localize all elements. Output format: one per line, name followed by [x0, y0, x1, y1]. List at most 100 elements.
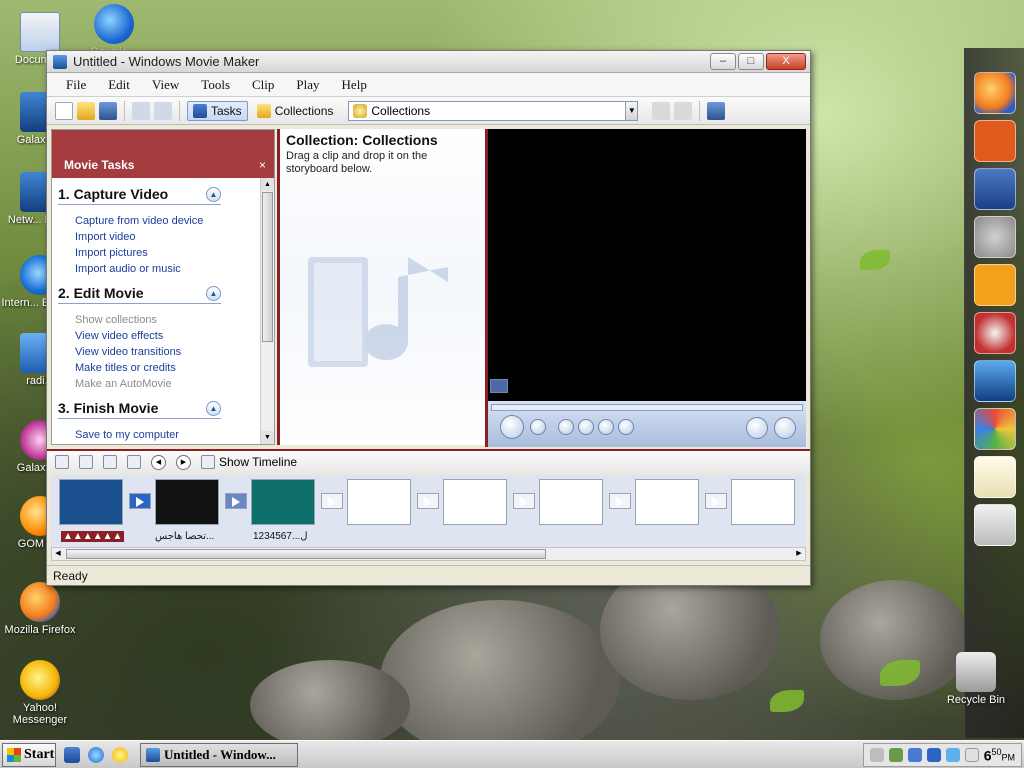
task-link[interactable]: Import audio or music: [58, 261, 262, 277]
scroll-down-icon[interactable]: ▼: [261, 431, 274, 444]
people-icon[interactable]: [974, 264, 1016, 306]
menu-play[interactable]: Play: [285, 77, 330, 93]
clip-thumbnail[interactable]: [155, 479, 219, 525]
transition-slot[interactable]: [513, 493, 535, 509]
collections-button[interactable]: Collections: [252, 102, 339, 120]
menu-clip[interactable]: Clip: [241, 77, 285, 93]
snapshot-camera-icon[interactable]: [774, 417, 796, 439]
chevron-down-icon[interactable]: ▼: [625, 101, 638, 120]
collapse-icon[interactable]: ▲: [206, 186, 221, 202]
zoom-in-icon[interactable]: [103, 455, 117, 469]
save-project-icon[interactable]: [99, 101, 117, 120]
notepad-pencil-icon[interactable]: [974, 456, 1016, 498]
tray-app-icon[interactable]: [869, 747, 884, 762]
desktop-icon-recycle-bin[interactable]: Recycle Bin: [936, 652, 1016, 706]
task-link[interactable]: View video effects: [58, 328, 262, 344]
previous-frame-icon[interactable]: [558, 419, 574, 435]
zoom-out-icon[interactable]: [127, 455, 141, 469]
volume-icon[interactable]: [945, 747, 960, 762]
task-link[interactable]: Save to my computer: [58, 427, 262, 443]
views-icon[interactable]: [707, 101, 726, 120]
seek-bar[interactable]: [491, 404, 803, 411]
paint-app-icon[interactable]: [974, 168, 1016, 210]
section-capture-video[interactable]: 1. Capture Video ▲: [58, 186, 221, 205]
tray-app-icon[interactable]: [888, 747, 903, 762]
show-desktop-icon[interactable]: [64, 746, 80, 763]
collections-dropdown[interactable]: Collections ▼: [348, 100, 639, 121]
transition-slot[interactable]: [129, 493, 151, 509]
close-icon[interactable]: ×: [259, 158, 266, 172]
new-project-icon[interactable]: [55, 101, 73, 120]
disc-icon[interactable]: [974, 312, 1016, 354]
new-collection-folder-icon[interactable]: [674, 101, 693, 120]
start-button[interactable]: Start: [2, 742, 56, 767]
show-timeline-button[interactable]: Show Timeline: [201, 455, 297, 469]
task-link[interactable]: Import pictures: [58, 245, 262, 261]
scrollbar-thumb[interactable]: [66, 549, 546, 559]
paint-palette-icon[interactable]: [974, 408, 1016, 450]
scroll-up-icon[interactable]: ▲: [261, 178, 274, 191]
transition-slot[interactable]: [321, 493, 343, 509]
section-finish-movie[interactable]: 3. Finish Movie ▲: [58, 400, 221, 419]
settings-gear-icon[interactable]: [974, 216, 1016, 258]
scroll-left-icon[interactable]: ◀: [52, 548, 64, 560]
transition-slot[interactable]: [609, 493, 631, 509]
storyboard-scrollbar[interactable]: ◀ ▶: [51, 547, 806, 561]
title-bar[interactable]: Untitled - Windows Movie Maker – □ X: [47, 51, 810, 73]
close-button[interactable]: X: [766, 53, 806, 70]
empty-clip-slot[interactable]: [347, 479, 411, 525]
empty-clip-slot[interactable]: [539, 479, 603, 525]
clip-thumbnail[interactable]: [59, 479, 123, 525]
tasks-scrollbar[interactable]: ▲ ▼: [260, 178, 274, 444]
scroll-right-icon[interactable]: ▶: [793, 548, 805, 560]
play-icon[interactable]: [500, 415, 524, 439]
storyboard-icon[interactable]: [55, 455, 69, 469]
menu-file[interactable]: File: [55, 77, 97, 93]
next-frame-icon[interactable]: [618, 419, 634, 435]
minimize-button[interactable]: –: [710, 53, 736, 70]
narrate-microphone-icon[interactable]: [79, 455, 93, 469]
internet-explorer-icon[interactable]: [88, 746, 104, 763]
open-project-icon[interactable]: [77, 101, 95, 120]
section-edit-movie[interactable]: 2. Edit Movie ▲: [58, 285, 221, 304]
menu-edit[interactable]: Edit: [97, 77, 141, 93]
tray-app-icon[interactable]: [907, 747, 922, 762]
music-player-icon[interactable]: [974, 360, 1016, 402]
task-link[interactable]: Capture from video device: [58, 213, 262, 229]
desktop-icon-yahoo-messenger[interactable]: Yahoo! Messenger: [0, 660, 80, 726]
undo-icon[interactable]: [132, 101, 150, 120]
split-clip-icon[interactable]: [490, 379, 508, 393]
menu-tools[interactable]: Tools: [190, 77, 241, 93]
up-level-icon[interactable]: [652, 101, 671, 120]
taskbar-button-movie-maker[interactable]: Untitled - Window...: [140, 742, 298, 767]
empty-clip-slot[interactable]: [443, 479, 507, 525]
scrollbar-thumb[interactable]: [262, 192, 273, 342]
empty-clip-slot[interactable]: [635, 479, 699, 525]
rewind-icon[interactable]: [578, 419, 594, 435]
task-link[interactable]: View video transitions: [58, 344, 262, 360]
firefox-icon[interactable]: [974, 72, 1016, 114]
empty-clip-slot[interactable]: [731, 479, 795, 525]
collapse-icon[interactable]: ▲: [206, 400, 221, 416]
transition-slot[interactable]: [705, 493, 727, 509]
menu-help[interactable]: Help: [331, 77, 378, 93]
yahoo-messenger-icon[interactable]: [112, 746, 128, 763]
maximize-button[interactable]: □: [738, 53, 764, 70]
task-link[interactable]: Make titles or credits: [58, 360, 262, 376]
task-link[interactable]: Import video: [58, 229, 262, 245]
clock[interactable]: 650PM: [984, 745, 1015, 764]
transition-slot[interactable]: [225, 493, 247, 509]
play-storyboard-icon[interactable]: ▶: [176, 454, 191, 470]
collapse-icon[interactable]: ▲: [206, 285, 221, 301]
forward-icon[interactable]: [598, 419, 614, 435]
calculator-icon[interactable]: [974, 504, 1016, 546]
tray-app-icon[interactable]: [926, 747, 941, 762]
ubuntu-icon[interactable]: [974, 120, 1016, 162]
redo-icon[interactable]: [154, 101, 172, 120]
desktop-icon-firefox[interactable]: Mozilla Firefox: [0, 582, 80, 636]
menu-view[interactable]: View: [141, 77, 190, 93]
stop-icon[interactable]: [530, 419, 546, 435]
transition-slot[interactable]: [417, 493, 439, 509]
network-icon[interactable]: [964, 747, 979, 762]
split-icon[interactable]: [746, 417, 768, 439]
